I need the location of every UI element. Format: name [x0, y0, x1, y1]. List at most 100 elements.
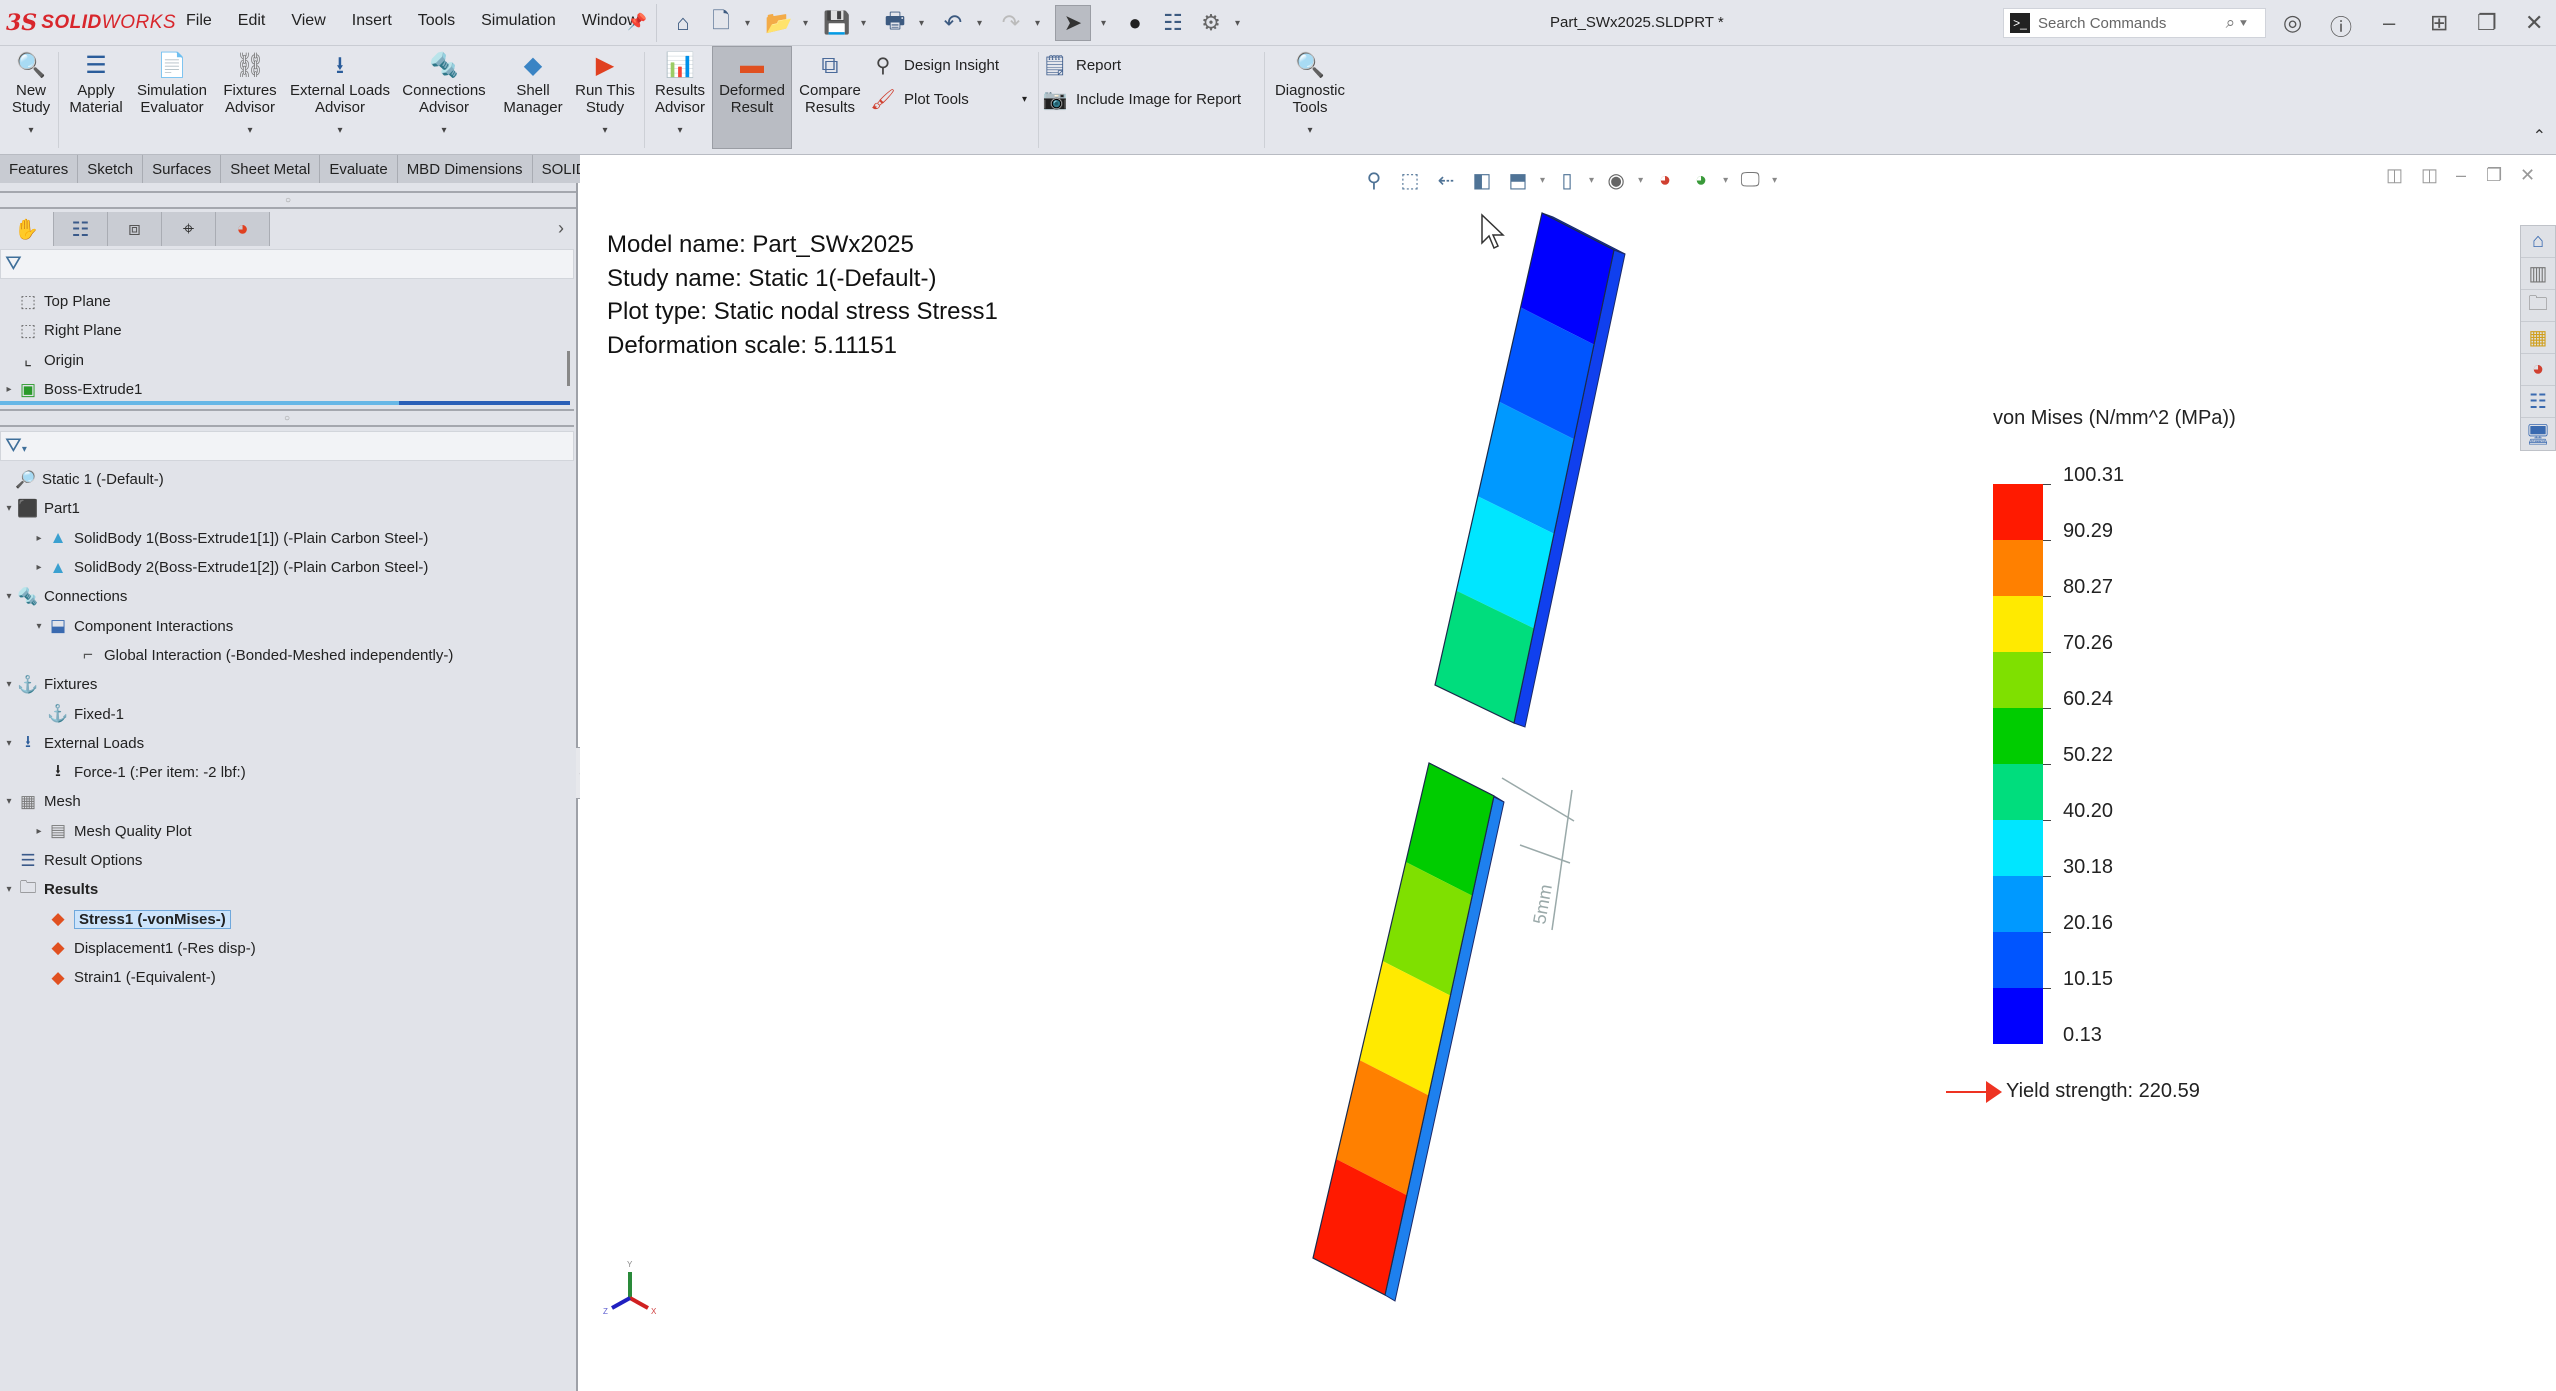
solidworks-resources-tab[interactable]: ⌂ [2521, 226, 2555, 258]
tree-node[interactable]: ⌞ Origin [0, 346, 574, 375]
solidworks-forum-tab[interactable]: 🖥 [2521, 418, 2555, 450]
save-icon[interactable]: 💾 [823, 9, 851, 37]
expand-down-icon[interactable]: ▾ [2, 884, 16, 895]
search-icon[interactable]: ⌕ ▾ [2226, 13, 2247, 33]
search-commands-input[interactable]: >_ Search Commands ⌕ ▾ [2003, 8, 2266, 38]
feature-tree-hscroll[interactable] [0, 401, 570, 405]
tree-node[interactable]: ▾ 🔩 Connections [0, 582, 574, 611]
tree-node[interactable]: ⌐ Global Interaction (-Bonded-Meshed inde… [0, 641, 574, 670]
file-explorer-tab[interactable]: 🗀 [2521, 290, 2555, 322]
tree-node[interactable]: ⬚ Top Plane [0, 287, 574, 316]
tab-features[interactable]: Features [0, 155, 79, 183]
tile-icon[interactable]: ⊞ [2430, 10, 2448, 36]
external-loads-advisor-button[interactable]: ⭳ External Loads Advisor ▾ [288, 50, 392, 139]
new-dropdown-icon[interactable]: ▾ [745, 18, 755, 29]
shell-manager-button[interactable]: ◆ Shell Manager [500, 50, 566, 116]
collapse-ribbon-icon[interactable]: ⌃ [2533, 126, 2546, 146]
options-dropdown-icon[interactable]: ▾ [1235, 18, 1245, 29]
study-tree-filter[interactable]: ⛛▾ [0, 431, 574, 461]
minimize-icon[interactable]: – [2383, 10, 2395, 36]
results-advisor-button[interactable]: 📊 Results Advisor ▾ [650, 50, 710, 139]
redo-dropdown-icon[interactable]: ▾ [1035, 18, 1045, 29]
menu-edit[interactable]: Edit [238, 12, 266, 30]
tree-node[interactable]: ▾ ⭳ External Loads [0, 729, 574, 758]
custom-properties-tab[interactable]: ☷ [2521, 386, 2555, 418]
graphics-viewport[interactable]: ⚲ ⬚ ⇠ ◧ ⬒ ▾ ▯ ▾ ◉ ▾ ◕ ◕ ▾ 🖵 ▾ ◫ ◫ – ❐ ✕ Model… [580, 155, 2556, 1391]
feature-manager-tab[interactable]: ✋ [0, 212, 54, 246]
restore-icon[interactable]: ❐ [2477, 10, 2497, 36]
rebuild-icon[interactable]: ● [1121, 9, 1149, 37]
select-dropdown-icon[interactable]: ▾ [1101, 18, 1111, 29]
chevron-down-icon[interactable]: ▾ [247, 122, 252, 139]
print-dropdown-icon[interactable]: ▾ [919, 18, 929, 29]
run-this-study-button[interactable]: ▶ Run This Study ▾ [572, 50, 638, 139]
property-manager-tab[interactable]: ☷ [54, 212, 108, 246]
tab-surfaces[interactable]: Surfaces [143, 155, 222, 183]
menu-tools[interactable]: Tools [418, 12, 455, 30]
tree-node[interactable]: ▸ ▲ SolidBody 1(Boss-Extrude1[1]) (-Plain … [0, 524, 574, 553]
tree-node[interactable]: ☰ Result Options [0, 846, 574, 875]
new-study-button[interactable]: 🔍 New Study ▾ [8, 50, 54, 139]
simulation-evaluator-button[interactable]: 📄 Simulation Evaluator [132, 50, 212, 116]
include-image-for-report-button[interactable]: 📷 Include Image for Report [1042, 86, 1242, 112]
expand-down-icon[interactable]: ▾ [2, 503, 16, 514]
options-icon[interactable]: ⚙ [1197, 9, 1225, 37]
chevron-down-icon[interactable]: ▾ [1307, 122, 1312, 139]
tree-node[interactable]: ◆ Displacement1 (-Res disp-) [0, 934, 574, 963]
design-library-tab[interactable]: ▥ [2521, 258, 2555, 290]
design-insight-button[interactable]: ⚲ Design Insight [870, 52, 999, 78]
tree-node[interactable]: ⚓ Fixed-1 [0, 699, 574, 728]
tree-node[interactable]: ▾ ▦ Mesh [0, 787, 574, 816]
expand-down-icon[interactable]: ▾ [2, 796, 16, 807]
menu-view[interactable]: View [291, 12, 325, 30]
chevron-down-icon[interactable]: ▾ [28, 122, 33, 139]
select-icon[interactable]: ➤ [1055, 5, 1091, 41]
expand-down-icon[interactable]: ▾ [2, 591, 16, 602]
plot-tools-button[interactable]: 🖌 Plot Tools [870, 86, 968, 112]
save-dropdown-icon[interactable]: ▾ [861, 18, 871, 29]
expand-right-icon[interactable]: ▸ [32, 826, 46, 837]
tree-node[interactable]: ▾ 🗀 Results [0, 875, 574, 904]
undo-icon[interactable]: ↶ [939, 9, 967, 37]
chevron-down-icon[interactable]: ▾ [677, 122, 682, 139]
upper-body[interactable] [1434, 212, 1626, 728]
display-manager-tab[interactable]: ◕ [216, 212, 270, 246]
report-button[interactable]: 🗒 Report [1042, 52, 1121, 78]
fixtures-advisor-button[interactable]: ⛓ Fixtures Advisor ▾ [216, 50, 284, 139]
expand-panel-chevron-icon[interactable]: › [558, 218, 564, 239]
tree-node[interactable]: ◆ Stress1 (-vonMises-) [0, 904, 574, 933]
expand-right-icon[interactable]: ▸ [32, 533, 46, 544]
redo-icon[interactable]: ↷ [997, 9, 1025, 37]
tree-node[interactable]: ⭳ Force-1 (:Per item: -2 lbf:) [0, 758, 574, 787]
pin-menu-icon[interactable]: 📌 [627, 12, 647, 32]
file-properties-icon[interactable]: ☷ [1159, 9, 1187, 37]
feature-tree-scrollbar[interactable] [567, 351, 570, 386]
stress-plot-model[interactable]: 5mm [580, 155, 2556, 1391]
tree-node[interactable]: ▸ ▲ SolidBody 2(Boss-Extrude1[2]) (-Plain … [0, 553, 574, 582]
apply-material-button[interactable]: ☰ Apply Material [64, 50, 128, 116]
tree-node[interactable]: ▾ ⬛ Part1 [0, 494, 574, 523]
expand-right-icon[interactable]: ▸ [2, 384, 16, 395]
diagnostic-tools-button[interactable]: 🔍 Diagnostic Tools ▾ [1270, 50, 1350, 139]
tree-node[interactable]: ▾ ⬓ Component Interactions [0, 611, 574, 640]
dimxpert-manager-tab[interactable]: ⌖ [162, 212, 216, 246]
tab-mbd-dimensions[interactable]: MBD Dimensions [397, 155, 533, 183]
expand-right-icon[interactable]: ▸ [32, 562, 46, 573]
new-document-icon[interactable]: 🗋 [707, 8, 735, 37]
undo-dropdown-icon[interactable]: ▾ [977, 18, 987, 29]
home-icon[interactable]: ⌂ [669, 9, 697, 37]
chevron-down-icon[interactable]: ▾ [602, 122, 607, 139]
feature-tree-filter[interactable]: ⛛ [0, 249, 574, 279]
chevron-down-icon[interactable]: ▾ [337, 122, 342, 139]
deformed-result-button[interactable]: ▬ Deformed Result [712, 46, 792, 149]
expand-down-icon[interactable]: ▾ [2, 738, 16, 749]
view-palette-tab[interactable]: ▦ [2521, 322, 2555, 354]
chevron-down-icon[interactable]: ▾ [441, 122, 446, 139]
panel-grip-handle[interactable]: ○ [0, 191, 576, 209]
dimension-annotation[interactable]: 5mm [1501, 777, 1575, 931]
tree-node[interactable]: ▸ ▤ Mesh Quality Plot [0, 817, 574, 846]
configuration-manager-tab[interactable]: ⧈ [108, 212, 162, 246]
tree-node[interactable]: ◆ Strain1 (-Equivalent-) [0, 963, 574, 992]
open-icon[interactable]: 📂 [765, 9, 793, 37]
connections-advisor-button[interactable]: 🔩 Connections Advisor ▾ [398, 50, 490, 139]
